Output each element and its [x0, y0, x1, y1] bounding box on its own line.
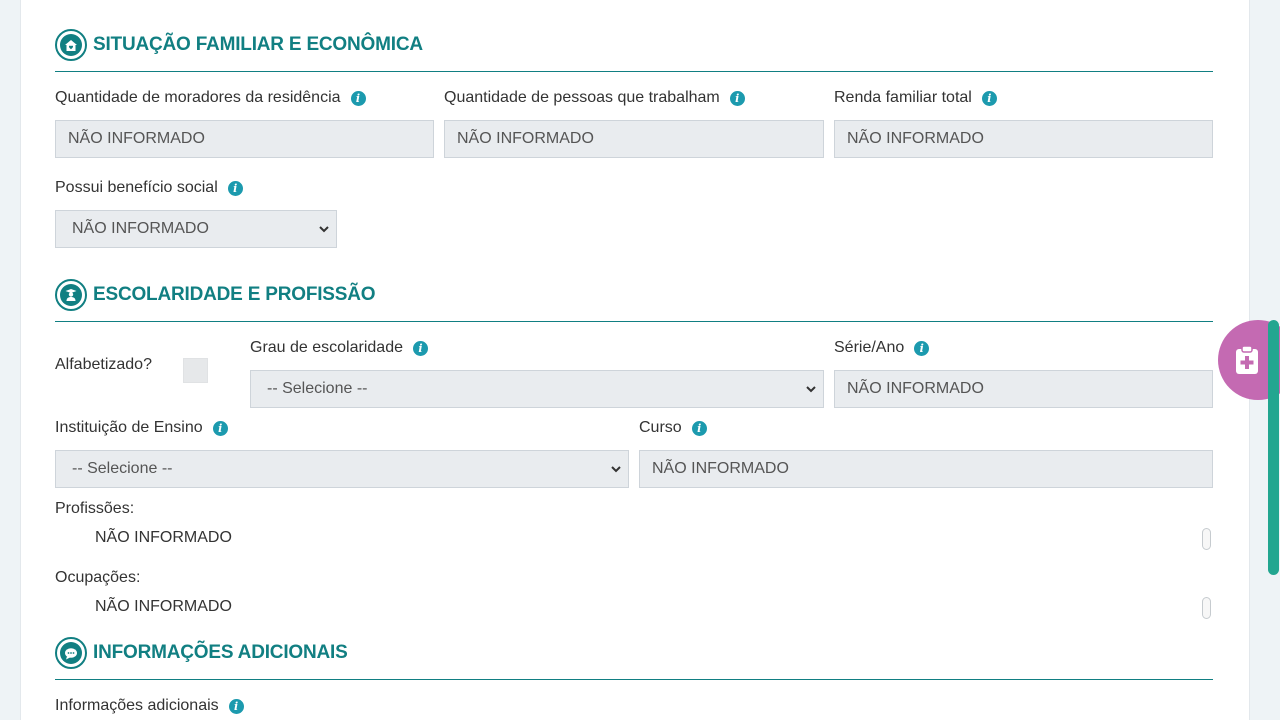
section-familiar-title: SITUAÇÃO FAMILIAR E ECONÔMICA: [93, 34, 423, 55]
section-escolaridade-header: ESCOLARIDADE E PROFISSÃO: [55, 279, 376, 311]
chevron-down-icon: [806, 386, 816, 393]
chevron-down-icon: [611, 466, 621, 473]
house-heart-icon: [55, 29, 87, 61]
info-icon[interactable]: i: [412, 340, 428, 356]
instituicao-value: -- Selecione --: [72, 460, 173, 477]
ocupacoes-label: Ocupações:: [55, 569, 141, 586]
moradores-label: Quantidade de moradores da residência i: [55, 89, 366, 107]
renda-value: NÃO INFORMADO: [847, 130, 984, 147]
section-adicionais-title: INFORMAÇÕES ADICIONAIS: [93, 642, 348, 663]
beneficio-label-text: Possui benefício social: [55, 179, 218, 196]
section-escolaridade-title: ESCOLARIDADE E PROFISSÃO: [93, 284, 376, 305]
renda-field[interactable]: NÃO INFORMADO: [834, 120, 1213, 158]
info-adicionais-label-text: Informações adicionais: [55, 697, 219, 714]
curso-label-text: Curso: [639, 419, 682, 436]
trabalham-label-text: Quantidade de pessoas que trabalham: [444, 89, 720, 106]
instituicao-label-text: Instituição de Ensino: [55, 419, 203, 436]
alfabetizado-label: Alfabetizado?: [55, 356, 152, 373]
grau-label: Grau de escolaridade i: [250, 339, 428, 357]
info-icon[interactable]: i: [212, 420, 228, 436]
info-icon[interactable]: i: [350, 90, 366, 106]
alfabetizado-checkbox[interactable]: [183, 358, 208, 383]
serie-value: NÃO INFORMADO: [847, 380, 984, 397]
info-icon[interactable]: i: [691, 420, 707, 436]
trabalham-field[interactable]: NÃO INFORMADO: [444, 120, 824, 158]
section-adicionais-divider: [55, 679, 1213, 680]
curso-value: NÃO INFORMADO: [652, 460, 789, 477]
beneficio-select[interactable]: NÃO INFORMADO: [55, 210, 337, 248]
instituicao-label: Instituição de Ensino i: [55, 419, 228, 437]
beneficio-label: Possui benefício social i: [55, 179, 243, 197]
moradores-field[interactable]: NÃO INFORMADO: [55, 120, 434, 158]
grau-select[interactable]: -- Selecione --: [250, 370, 824, 408]
graduate-icon: [55, 279, 87, 311]
ocupacoes-value: NÃO INFORMADO: [95, 598, 232, 615]
grau-label-text: Grau de escolaridade: [250, 339, 403, 356]
chat-bubble-icon: [55, 637, 87, 669]
moradores-value: NÃO INFORMADO: [68, 130, 205, 147]
section-familiar-divider: [55, 71, 1213, 72]
grau-value: -- Selecione --: [267, 380, 368, 397]
ocupacoes-scrollbar[interactable]: [1202, 597, 1211, 619]
info-adicionais-label: Informações adicionais i: [55, 697, 244, 715]
info-icon[interactable]: i: [914, 340, 930, 356]
section-adicionais-header: INFORMAÇÕES ADICIONAIS: [55, 637, 348, 669]
beneficio-value: NÃO INFORMADO: [72, 220, 209, 237]
renda-label-text: Renda familiar total: [834, 89, 972, 106]
info-icon[interactable]: i: [981, 90, 997, 106]
curso-field[interactable]: NÃO INFORMADO: [639, 450, 1213, 488]
chevron-down-icon: [319, 226, 329, 233]
serie-label: Série/Ano i: [834, 339, 930, 357]
serie-label-text: Série/Ano: [834, 339, 905, 356]
moradores-label-text: Quantidade de moradores da residência: [55, 89, 341, 106]
instituicao-select[interactable]: -- Selecione --: [55, 450, 629, 488]
serie-field[interactable]: NÃO INFORMADO: [834, 370, 1213, 408]
page-scrollbar-thumb[interactable]: [1268, 320, 1279, 575]
section-familiar-header: SITUAÇÃO FAMILIAR E ECONÔMICA: [55, 29, 423, 61]
renda-label: Renda familiar total i: [834, 89, 997, 107]
info-icon[interactable]: i: [228, 698, 244, 714]
section-escolaridade-divider: [55, 321, 1213, 322]
trabalham-label: Quantidade de pessoas que trabalham i: [444, 89, 745, 107]
trabalham-value: NÃO INFORMADO: [457, 130, 594, 147]
info-icon[interactable]: i: [729, 90, 745, 106]
info-icon[interactable]: i: [227, 180, 243, 196]
profissoes-value: NÃO INFORMADO: [95, 529, 232, 546]
curso-label: Curso i: [639, 419, 707, 437]
profissoes-label: Profissões:: [55, 500, 135, 517]
profissoes-scrollbar[interactable]: [1202, 528, 1211, 550]
clipboard-plus-icon: [1236, 345, 1258, 374]
